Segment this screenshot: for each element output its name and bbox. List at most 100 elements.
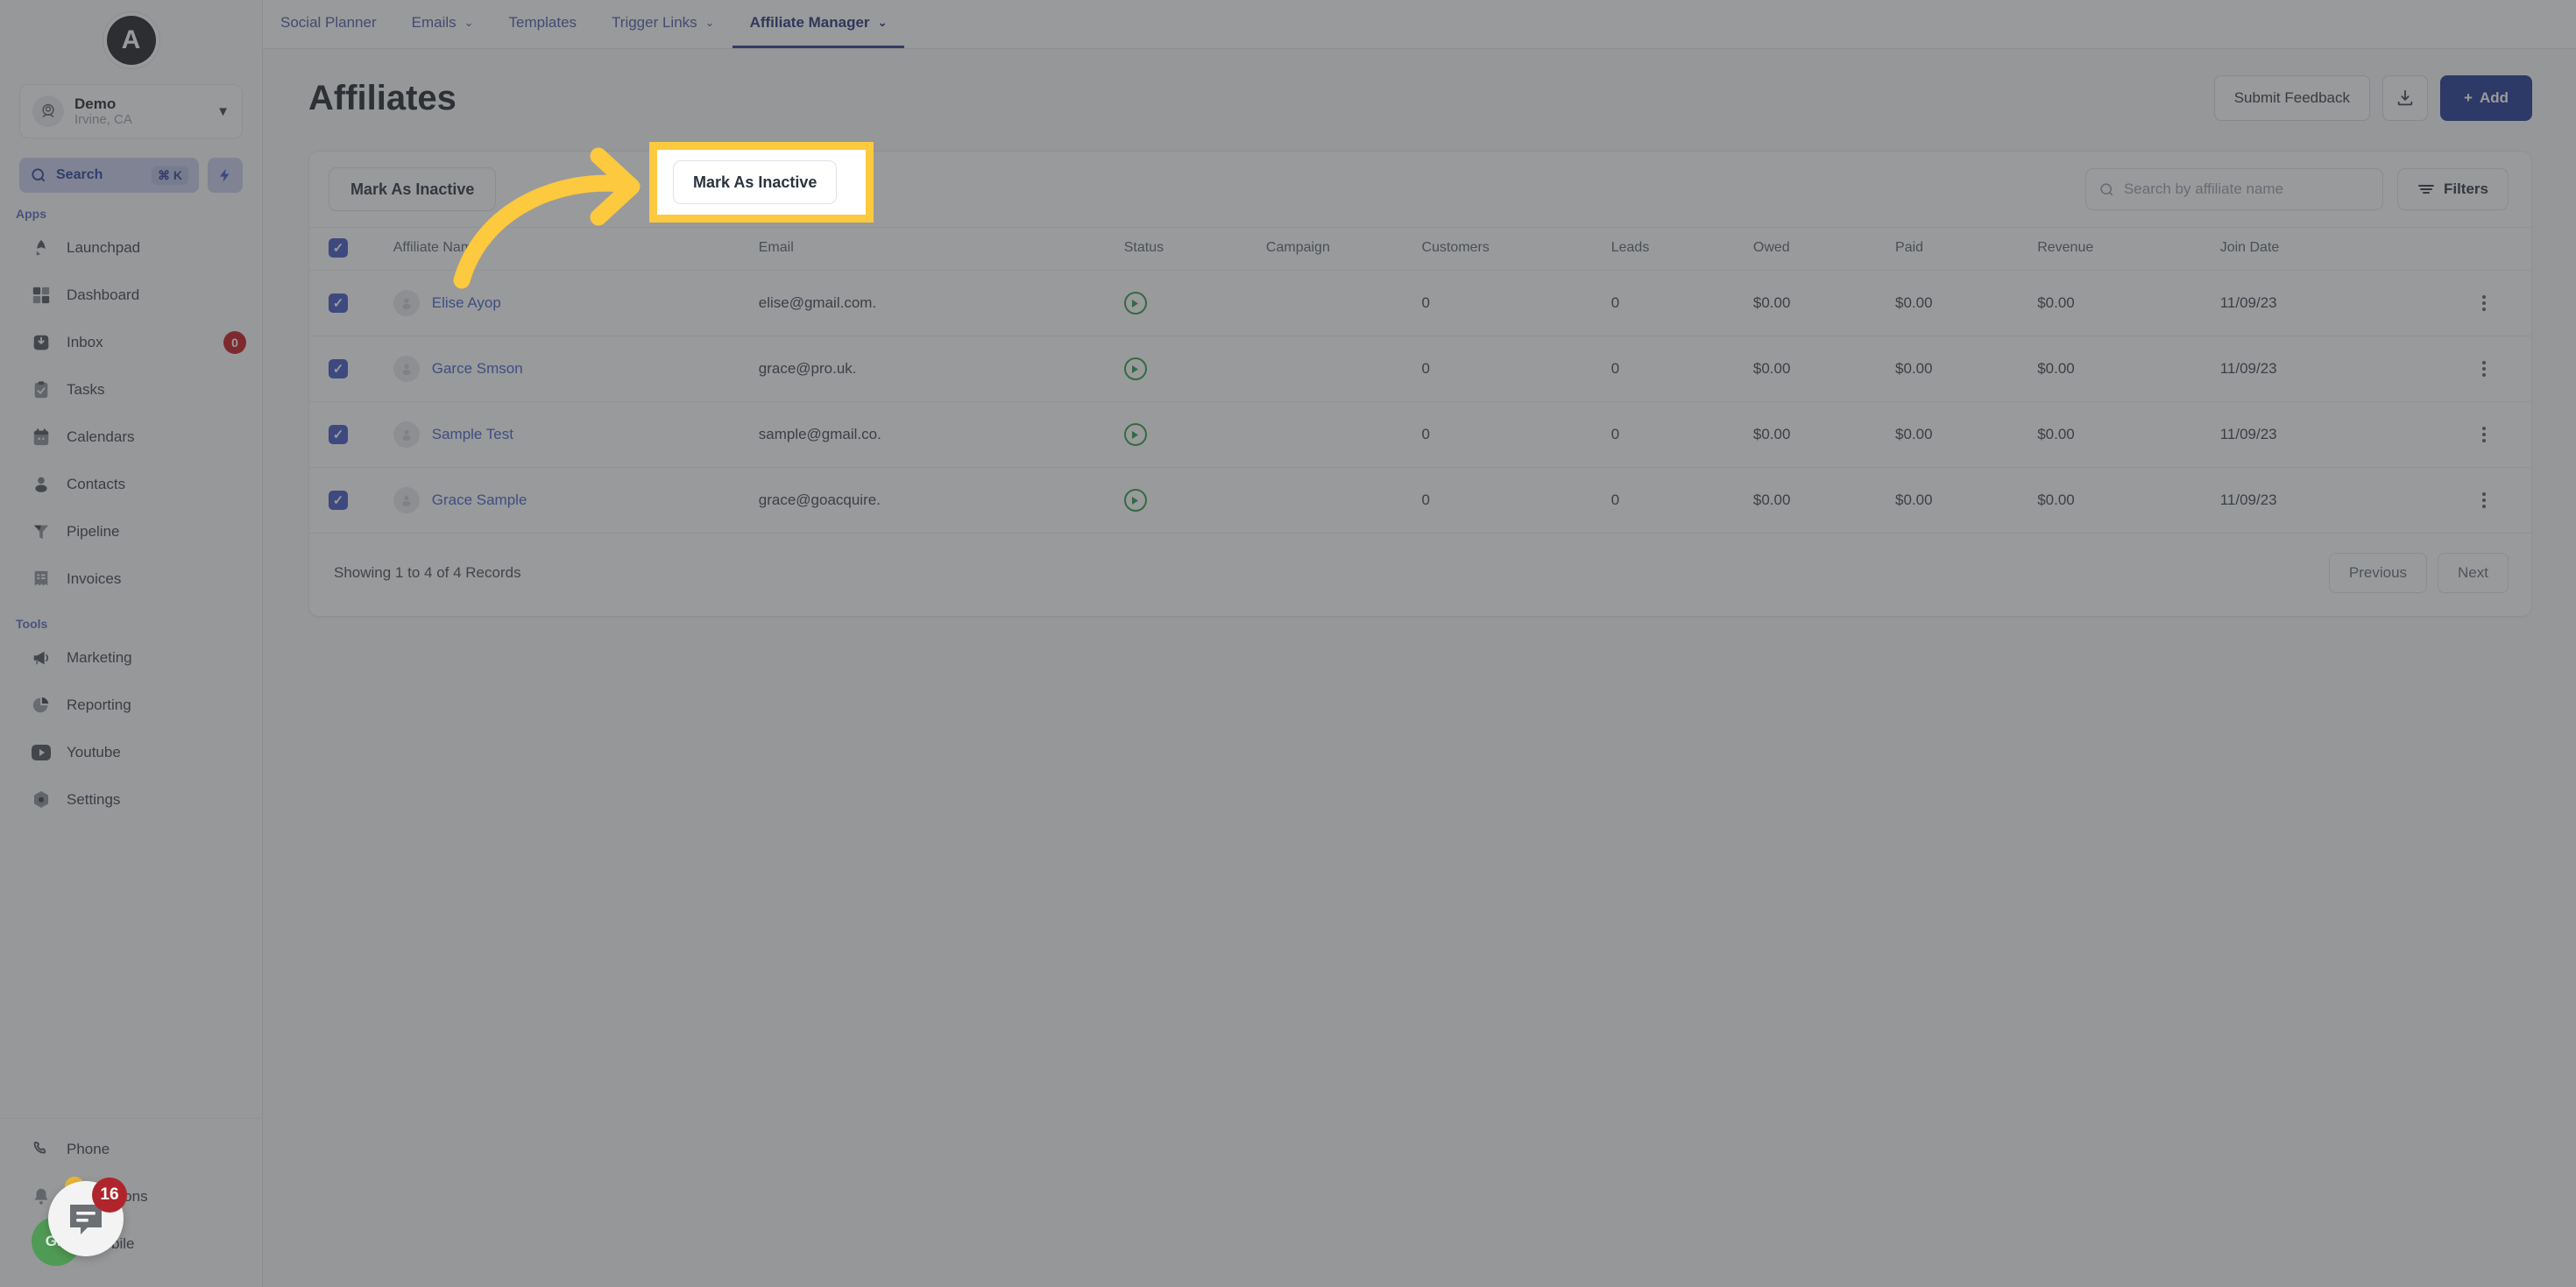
col-header-leads[interactable]: Leads xyxy=(1610,227,1753,271)
avatar xyxy=(393,487,420,513)
affiliate-name-link[interactable]: Elise Ayop xyxy=(432,294,501,312)
cell-campaign xyxy=(1265,467,1422,534)
add-button[interactable]: + Add xyxy=(2440,75,2532,121)
table-row[interactable]: ✓ Garce Smson grace@pro.uk. 0 0 $0.00 $0… xyxy=(309,336,2531,402)
table-body: ✓ Elise Ayop elise@gmail.com. 0 0 $0.00 … xyxy=(309,270,2531,534)
funnel-icon xyxy=(30,520,53,543)
cell-affiliate-name: Sample Test xyxy=(393,401,759,468)
sidebar-item-dashboard[interactable]: Dashboard xyxy=(0,272,262,319)
sidebar-item-inbox[interactable]: Inbox 0 xyxy=(0,319,262,366)
tab-label: Trigger Links xyxy=(612,14,697,31)
inbox-badge: 0 xyxy=(223,331,246,354)
table-row[interactable]: ✓ Grace Sample grace@goacquire. 0 0 $0.0… xyxy=(309,467,2531,534)
cell-customers: 0 xyxy=(1421,336,1611,402)
app-logo[interactable]: A xyxy=(106,16,156,65)
sidebar-item-marketing[interactable]: Marketing xyxy=(0,634,262,682)
sidebar-item-contacts[interactable]: Contacts xyxy=(0,461,262,508)
sidebar-item-launchpad[interactable]: Launchpad xyxy=(0,224,262,272)
sidebar-item-phone[interactable]: Phone xyxy=(0,1126,263,1173)
cell-row-actions xyxy=(2436,336,2531,402)
page-title: Affiliates xyxy=(308,78,456,117)
chevron-down-icon: ▼ xyxy=(216,103,230,119)
sidebar-item-invoices[interactable]: Invoices xyxy=(0,555,262,603)
tab-social-planner[interactable]: Social Planner xyxy=(263,0,394,48)
sidebar-item-label: Inbox xyxy=(67,334,103,350)
col-header-owed[interactable]: Owed xyxy=(1752,227,1896,271)
cell-email: grace@goacquire. xyxy=(758,467,1124,534)
sidebar-item-settings[interactable]: Settings xyxy=(0,776,262,824)
cell-email: elise@gmail.com. xyxy=(758,270,1124,336)
cell-owed: $0.00 xyxy=(1752,467,1896,534)
cell-join-date: 11/09/23 xyxy=(2219,467,2437,534)
affiliate-search-input[interactable]: Search by affiliate name xyxy=(2084,168,2383,210)
col-header-email[interactable]: Email xyxy=(758,227,1124,271)
table-row[interactable]: ✓ Sample Test sample@gmail.co. 0 0 $0.00… xyxy=(309,401,2531,468)
row-checkbox[interactable]: ✓ xyxy=(329,491,348,510)
kebab-menu-icon[interactable] xyxy=(2437,361,2531,377)
sidebar-item-label: Calendars xyxy=(67,428,135,445)
top-tab-bar: Social Planner Emails ⌄ Templates Trigge… xyxy=(242,0,2576,49)
sidebar-item-label: Launchpad xyxy=(67,239,141,256)
mark-as-inactive-button[interactable]: Mark As Inactive xyxy=(329,167,497,211)
sidebar-item-youtube[interactable]: Youtube xyxy=(0,729,262,776)
kebab-menu-icon[interactable] xyxy=(2437,295,2531,311)
col-header-customers[interactable]: Customers xyxy=(1421,227,1611,271)
search-label: Search xyxy=(56,167,103,182)
tab-trigger-links[interactable]: Trigger Links ⌄ xyxy=(594,0,732,48)
affiliate-name-link[interactable]: Garce Smson xyxy=(432,360,523,378)
cell-paid: $0.00 xyxy=(1895,270,2038,336)
sidebar-item-label: Youtube xyxy=(67,744,121,760)
col-header-affiliate-name[interactable]: Affiliate Name xyxy=(393,227,759,271)
select-all-checkbox[interactable]: ✓ xyxy=(329,238,348,258)
inbox-icon xyxy=(30,331,53,354)
chevron-down-icon: ⌄ xyxy=(464,16,474,29)
affiliate-name-link[interactable]: Sample Test xyxy=(432,426,513,443)
search-input[interactable]: Search ⌘ K xyxy=(19,158,199,193)
tab-affiliate-manager[interactable]: Affiliate Manager ⌄ xyxy=(732,0,905,48)
next-page-button[interactable]: Next xyxy=(2438,553,2509,593)
pie-chart-icon xyxy=(30,694,53,717)
kebab-menu-icon[interactable] xyxy=(2437,427,2531,442)
cell-row-actions xyxy=(2436,401,2531,468)
col-header-campaign[interactable]: Campaign xyxy=(1265,227,1422,271)
location-switcher[interactable]: Demo Irvine, CA ▼ xyxy=(19,84,243,138)
download-button[interactable] xyxy=(2382,75,2429,121)
sidebar-item-label: Reporting xyxy=(67,697,131,713)
col-header-actions xyxy=(2436,227,2531,271)
previous-page-button[interactable]: Previous xyxy=(2328,553,2428,593)
cell-leads: 0 xyxy=(1610,467,1753,534)
tab-templates[interactable]: Templates xyxy=(492,0,594,48)
location-sub: Irvine, CA xyxy=(74,112,132,128)
cell-paid: $0.00 xyxy=(1895,467,2038,534)
col-header-revenue[interactable]: Revenue xyxy=(2037,227,2220,271)
table-row[interactable]: ✓ Elise Ayop elise@gmail.com. 0 0 $0.00 … xyxy=(309,270,2531,336)
cell-email: sample@gmail.co. xyxy=(758,401,1124,468)
col-header-join-date[interactable]: Join Date xyxy=(2219,227,2437,271)
row-checkbox[interactable]: ✓ xyxy=(329,359,348,378)
kebab-menu-icon[interactable] xyxy=(2437,492,2531,508)
sidebar-item-reporting[interactable]: Reporting xyxy=(0,682,262,729)
col-header-paid[interactable]: Paid xyxy=(1895,227,2038,271)
sidebar-section-apps: Apps xyxy=(16,207,46,221)
chevron-down-icon: ⌄ xyxy=(877,16,888,29)
row-checkbox[interactable]: ✓ xyxy=(329,425,348,444)
sidebar-item-calendars[interactable]: Calendars xyxy=(0,414,262,461)
chat-widget-button[interactable]: 16 xyxy=(48,1177,127,1256)
sidebar-item-pipeline[interactable]: Pipeline xyxy=(0,508,262,555)
filters-button[interactable]: Filters xyxy=(2396,168,2509,210)
cell-revenue: $0.00 xyxy=(2037,467,2220,534)
affiliate-name-link[interactable]: Grace Sample xyxy=(432,491,527,509)
row-select-cell: ✓ xyxy=(309,270,393,336)
row-checkbox[interactable]: ✓ xyxy=(329,293,348,313)
brand-row: A xyxy=(0,0,262,81)
lightning-bolt-icon[interactable] xyxy=(208,158,243,193)
sidebar-item-notifications[interactable]: Notifications xyxy=(0,1173,263,1220)
cell-customers: 0 xyxy=(1421,270,1611,336)
sidebar-item-tasks[interactable]: Tasks xyxy=(0,366,262,414)
col-header-status[interactable]: Status xyxy=(1123,227,1266,271)
table-header-row: ✓ Affiliate Name Email Status Campaign C… xyxy=(309,227,2531,271)
tab-label: Affiliate Manager xyxy=(749,14,870,31)
main-content: Affiliates Submit Feedback + Add Mark As… xyxy=(263,49,2576,1287)
tab-emails[interactable]: Emails ⌄ xyxy=(394,0,492,48)
submit-feedback-button[interactable]: Submit Feedback xyxy=(2213,75,2371,121)
